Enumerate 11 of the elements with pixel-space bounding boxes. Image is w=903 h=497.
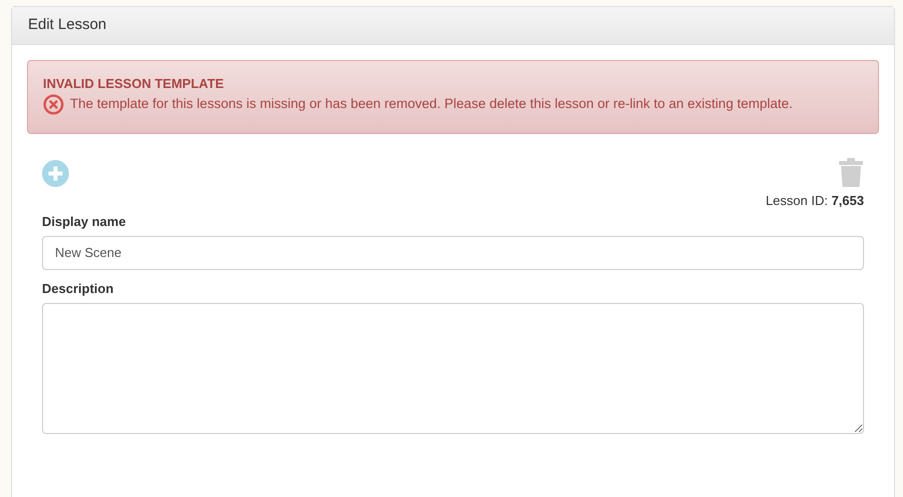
display-name-field[interactable]: New Scene [42, 236, 864, 270]
field-label: Description [42, 280, 115, 298]
panel-title: Edit Lesson [28, 15, 106, 36]
delete-icon[interactable] [838, 158, 864, 188]
description-field[interactable] [42, 302, 864, 434]
alert-title: INVALID LESSON TEMPLATE [43, 75, 225, 93]
add-icon[interactable] [42, 160, 69, 187]
alert-message: The template for this lessons is missing or has been removed. Please delete this lesson or re-link to an existing template. [70, 95, 793, 114]
lesson-id: Lesson ID: 7,653 [766, 192, 864, 210]
field-label: Display name [42, 212, 127, 230]
error-icon [43, 94, 64, 115]
